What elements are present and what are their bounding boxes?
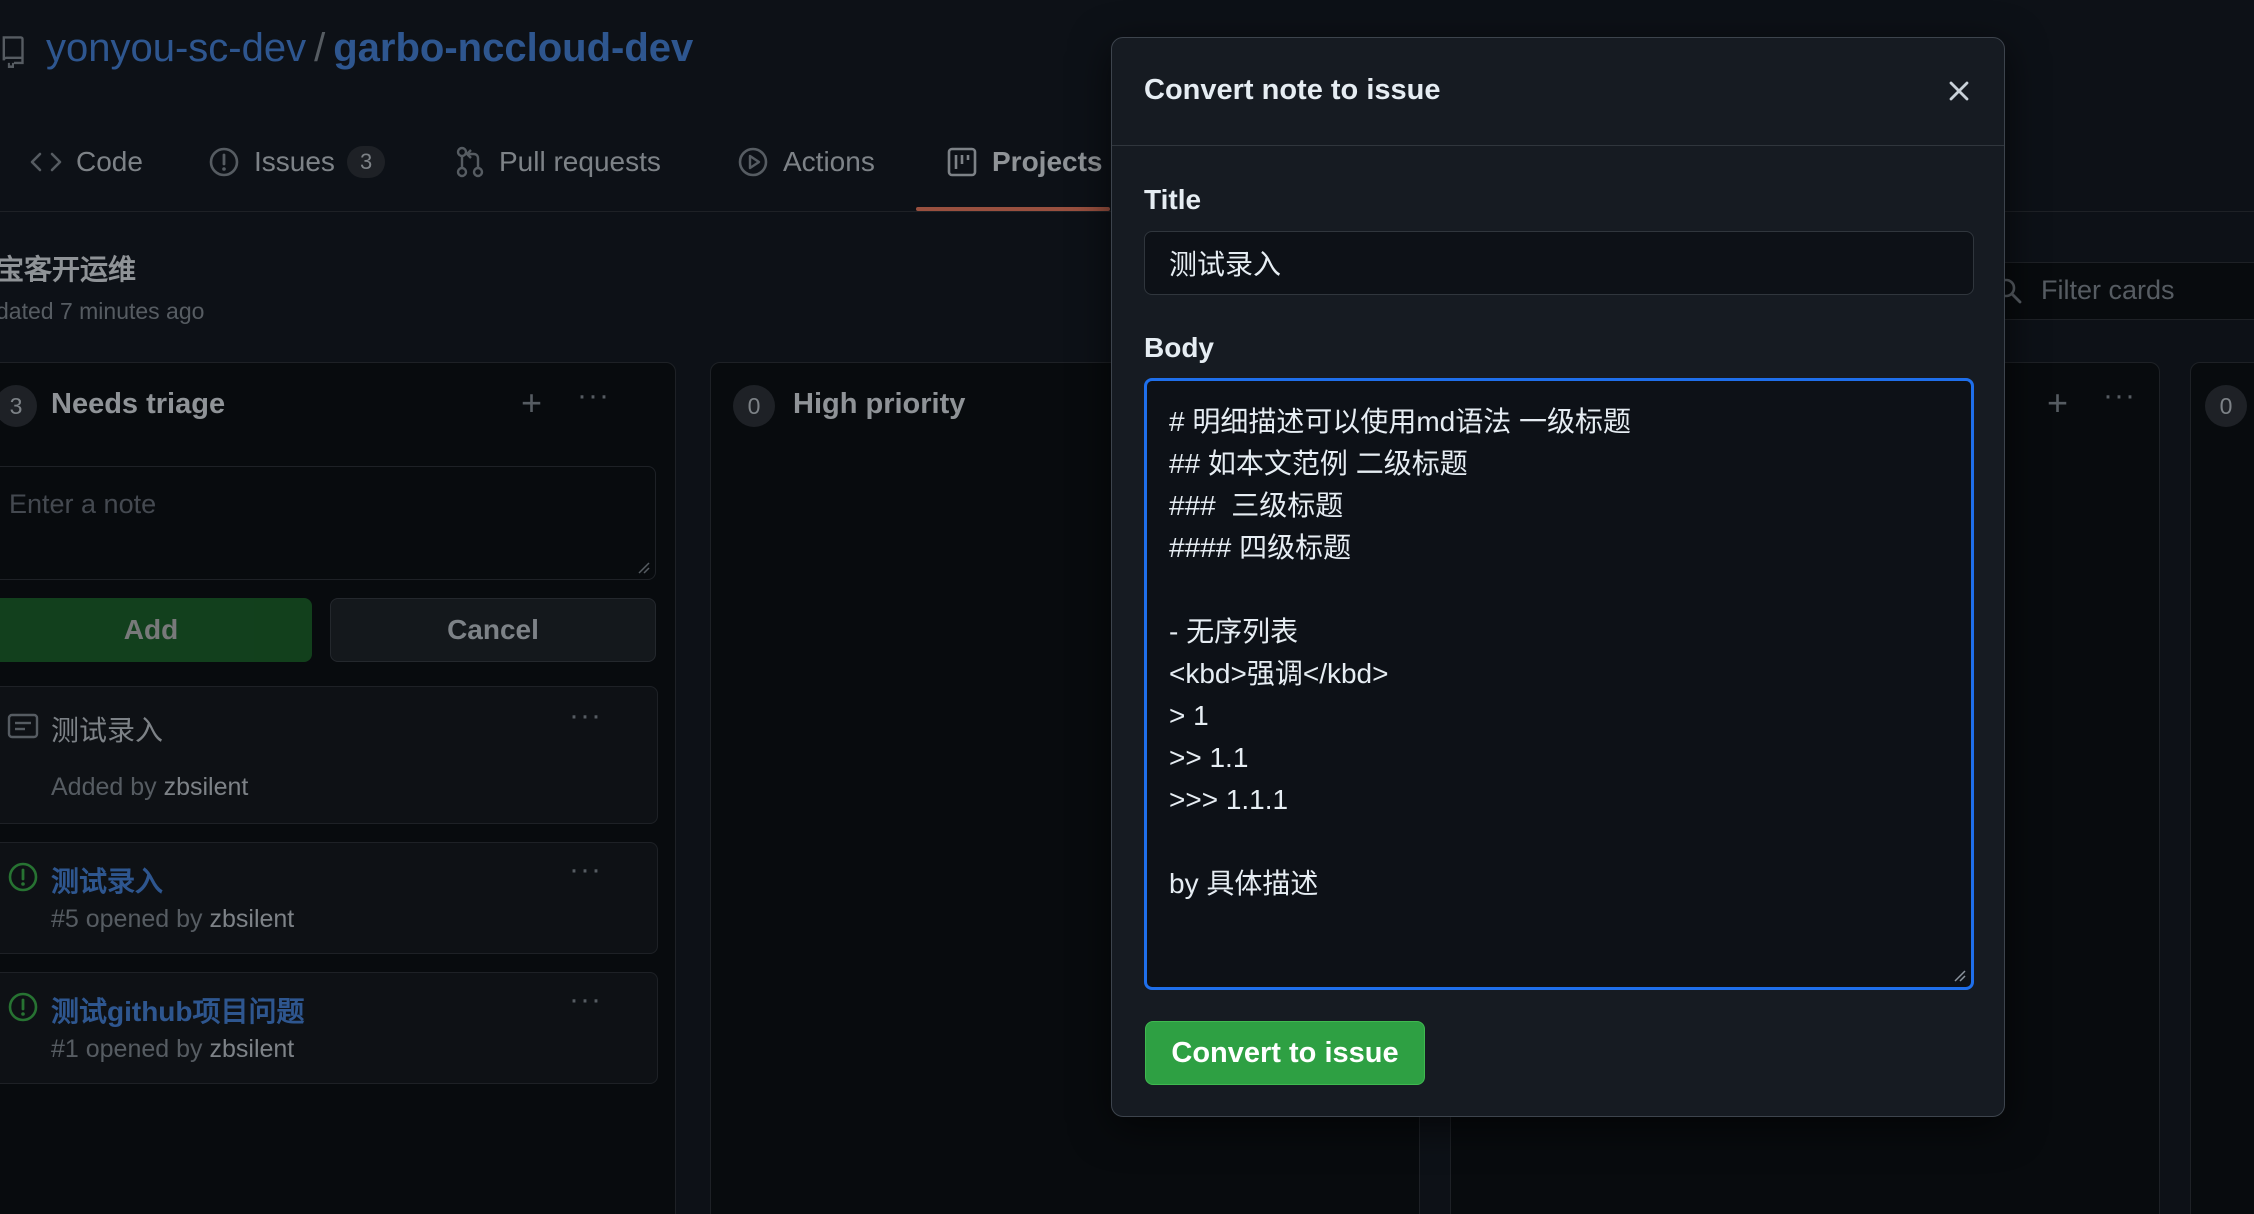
body-line: ### 三级标题 <box>1169 490 1344 521</box>
body-line: <kbd>强调</kbd> <box>1169 658 1389 689</box>
body-field-label: Body <box>1144 332 1214 363</box>
tab-label: Actions <box>783 146 875 177</box>
issue-body-textarea[interactable]: # 明细描述可以使用md语法 一级标题 ## 如本文范例 二级标题 ### 三级… <box>1144 378 1974 990</box>
body-line: > 1 <box>1169 700 1209 731</box>
repo-owner-link[interactable]: yonyou-sc-dev <box>46 26 306 70</box>
card-meta-prefix: Added by <box>51 773 164 801</box>
card-menu-kebab-icon[interactable]: ··· <box>569 855 602 885</box>
tab-pull-requests[interactable]: Pull requests <box>455 140 661 184</box>
repo-name-link[interactable]: garbo-nccloud-dev <box>333 26 693 70</box>
app-root: yonyou-sc-dev / garbo-nccloud-dev Code Iss… <box>0 0 2254 1214</box>
project-icon <box>947 147 977 177</box>
project-title: 宝客开运维 <box>0 254 137 285</box>
breadcrumb-separator: / <box>314 26 326 70</box>
column-card-count: 0 <box>733 385 775 427</box>
column-card-count: 3 <box>0 385 37 427</box>
note-textarea[interactable]: Enter a note <box>0 466 656 580</box>
issue-opened-icon <box>8 992 38 1022</box>
title-field-label: Title <box>1144 184 1202 215</box>
issue-opened-icon <box>209 147 239 177</box>
card-menu-kebab-icon[interactable]: ··· <box>569 985 602 1015</box>
issue-card[interactable]: 测试github项目问题 ··· #1 opened by zbsilent <box>0 972 658 1084</box>
convert-to-issue-button[interactable]: Convert to issue <box>1145 1021 1425 1085</box>
add-card-plus-icon[interactable]: + <box>521 385 542 421</box>
tab-projects[interactable]: Projects <box>946 140 1103 184</box>
resize-grip-icon[interactable] <box>635 559 651 575</box>
add-card-plus-icon[interactable]: + <box>2047 385 2068 421</box>
tab-label: Projects <box>992 146 1103 177</box>
add-note-button[interactable]: Add <box>0 598 312 662</box>
dialog-title: Convert note to issue <box>1144 74 1441 106</box>
card-meta-prefix: #5 opened by <box>51 905 210 933</box>
tab-label: Issues <box>254 146 335 177</box>
note-card[interactable]: 测试录入 ··· Added by zbsilent <box>0 686 658 824</box>
close-icon[interactable] <box>1944 76 1974 106</box>
column-card-count: 0 <box>2205 385 2247 427</box>
body-line: >>> 1.1.1 <box>1169 784 1289 815</box>
issues-count-badge: 3 <box>346 146 386 178</box>
card-meta: #1 opened by zbsilent <box>51 1035 294 1064</box>
column-menu-kebab-icon[interactable]: ··· <box>2103 381 2136 411</box>
column-fourth: 0 <box>2190 362 2254 1214</box>
project-updated-text: dated 7 minutes ago <box>0 298 205 324</box>
issue-title-link[interactable]: 测试录入 <box>51 860 163 900</box>
note-icon <box>7 713 39 739</box>
tab-issues[interactable]: Issues 3 <box>208 140 386 184</box>
card-author-link[interactable]: zbsilent <box>209 1035 294 1063</box>
column-menu-kebab-icon[interactable]: ··· <box>577 381 610 411</box>
filter-placeholder: Filter cards <box>2041 275 2175 305</box>
card-meta: Added by zbsilent <box>51 773 248 802</box>
card-author-link[interactable]: zbsilent <box>209 905 294 933</box>
body-line: by 具体描述 <box>1169 868 1319 899</box>
body-line: >> 1.1 <box>1169 742 1249 773</box>
repo-icon <box>0 34 28 73</box>
repo-breadcrumb: yonyou-sc-dev / garbo-nccloud-dev <box>46 26 693 71</box>
tab-label: Pull requests <box>499 146 661 177</box>
column-title: Needs triage <box>51 388 226 420</box>
tab-actions[interactable]: Actions <box>737 140 875 184</box>
tab-code[interactable]: Code <box>30 140 143 184</box>
body-line <box>1169 821 1949 863</box>
issue-title-link[interactable]: 测试github项目问题 <box>51 990 305 1030</box>
body-line <box>1169 569 1949 611</box>
note-placeholder: Enter a note <box>9 489 157 519</box>
body-line: ## 如本文范例 二级标题 <box>1169 448 1468 479</box>
card-menu-kebab-icon[interactable]: ··· <box>569 701 602 731</box>
body-line: - 无序列表 <box>1169 616 1299 647</box>
cancel-note-button[interactable]: Cancel <box>330 598 656 662</box>
card-meta-prefix: #1 opened by <box>51 1035 210 1063</box>
resize-grip-icon[interactable] <box>1951 967 1967 983</box>
body-line: #### 四级标题 <box>1169 532 1352 563</box>
play-icon <box>738 147 768 177</box>
filter-cards-input[interactable]: Filter cards <box>1970 262 2254 320</box>
issue-opened-icon <box>8 862 38 892</box>
card-author-link[interactable]: zbsilent <box>164 773 249 801</box>
dialog-header: Convert note to issue <box>1112 38 2004 146</box>
code-icon <box>30 152 62 172</box>
issue-card[interactable]: 测试录入 ··· #5 opened by zbsilent <box>0 842 658 954</box>
issue-title-input[interactable] <box>1144 231 1974 295</box>
git-pull-request-icon <box>456 146 484 178</box>
card-title: 测试录入 <box>51 715 164 746</box>
card-meta: #5 opened by zbsilent <box>51 905 294 934</box>
body-line: # 明细描述可以使用md语法 一级标题 <box>1169 406 1632 437</box>
convert-note-dialog: Convert note to issue Title Body # 明细描述可… <box>1111 37 2005 1117</box>
column-title: High priority <box>793 388 966 420</box>
tab-label: Code <box>76 146 143 177</box>
